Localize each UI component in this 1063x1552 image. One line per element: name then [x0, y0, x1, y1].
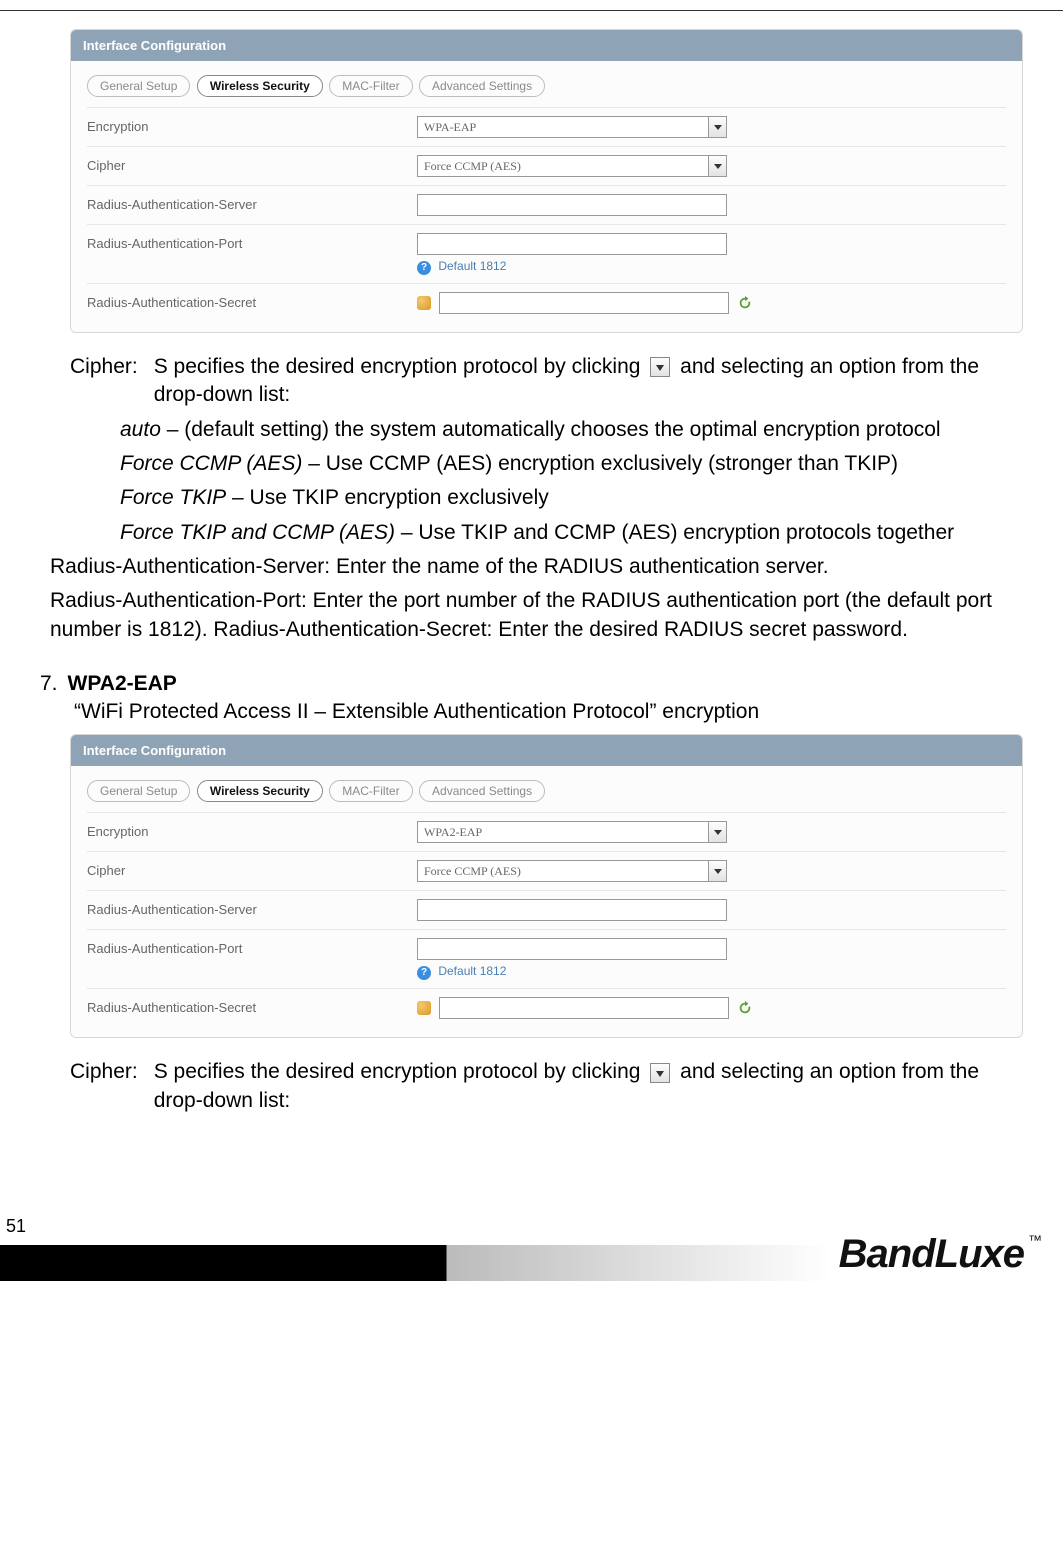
- encryption-label: Encryption: [87, 821, 417, 839]
- panel-title: Interface Configuration: [71, 735, 1022, 766]
- cipher-lead-a: S pecifies the desired encryption protoc…: [154, 355, 641, 378]
- tab-wireless-security[interactable]: Wireless Security: [197, 780, 323, 802]
- chevron-down-icon[interactable]: [708, 861, 726, 881]
- cipher-option-auto: auto – (default setting) the system auto…: [120, 416, 1013, 444]
- radius-port-label: Radius-Authentication-Port: [87, 938, 417, 956]
- cipher-option-ccmp: Force CCMP (AES) – Use CCMP (AES) encryp…: [120, 450, 1013, 478]
- tab-wireless-security[interactable]: Wireless Security: [197, 75, 323, 97]
- cipher-option-both: Force TKIP and CCMP (AES) – Use TKIP and…: [120, 519, 1013, 547]
- tab-bar: General Setup Wireless Security MAC-Filt…: [87, 75, 1006, 97]
- tab-advanced-settings[interactable]: Advanced Settings: [419, 780, 545, 802]
- radius-server-label: Radius-Authentication-Server: [87, 194, 417, 212]
- brand-logo: BandLuxe™: [839, 1232, 1041, 1277]
- key-icon: [417, 296, 431, 310]
- radius-port-hint: ? Default 1812: [417, 964, 1006, 980]
- encryption-value: WPA-EAP: [424, 120, 476, 134]
- tab-general-setup[interactable]: General Setup: [87, 780, 190, 802]
- radius-port-input[interactable]: [417, 938, 727, 960]
- chevron-down-icon[interactable]: [708, 156, 726, 176]
- page-number: 51: [6, 1216, 26, 1237]
- section-description: “WiFi Protected Access II – Extensible A…: [74, 698, 1023, 726]
- radius-server-input[interactable]: [417, 194, 727, 216]
- interface-config-panel-2: Interface Configuration General Setup Wi…: [70, 734, 1023, 1038]
- cipher-select[interactable]: Force CCMP (AES): [417, 155, 727, 177]
- refresh-icon[interactable]: [738, 296, 752, 310]
- radius-server-label: Radius-Authentication-Server: [87, 899, 417, 917]
- cipher-term: Cipher:: [70, 353, 138, 410]
- cipher-value: Force CCMP (AES): [424, 159, 521, 173]
- cipher-label: Cipher: [87, 860, 417, 878]
- dropdown-arrow-icon: [650, 1063, 670, 1083]
- radius-secret-input[interactable]: [439, 997, 729, 1019]
- page-footer: 51 BandLuxe™: [0, 1211, 1063, 1281]
- encryption-value: WPA2-EAP: [424, 825, 482, 839]
- tab-bar: General Setup Wireless Security MAC-Filt…: [87, 780, 1006, 802]
- cipher-term: Cipher:: [70, 1058, 138, 1115]
- radius-server-para: Radius-Authentication-Server: Enter the …: [50, 553, 1013, 581]
- tab-mac-filter[interactable]: MAC-Filter: [329, 75, 412, 97]
- radius-port-para: Radius-Authentication-Port: Enter the po…: [50, 587, 1013, 644]
- cipher2-lead-a: S pecifies the desired encryption protoc…: [154, 1060, 641, 1083]
- radius-port-input[interactable]: [417, 233, 727, 255]
- doc-body-2: Cipher: S pecifies the desired encryptio…: [70, 1058, 1013, 1115]
- tab-mac-filter[interactable]: MAC-Filter: [329, 780, 412, 802]
- chevron-down-icon[interactable]: [708, 822, 726, 842]
- section-heading: 7. WPA2-EAP: [40, 672, 1023, 696]
- help-icon: ?: [417, 966, 431, 980]
- encryption-label: Encryption: [87, 116, 417, 134]
- radius-port-hint: ? Default 1812: [417, 259, 1006, 275]
- refresh-icon[interactable]: [738, 1001, 752, 1015]
- cipher-option-tkip: Force TKIP – Use TKIP encryption exclusi…: [120, 484, 1013, 512]
- radius-secret-input[interactable]: [439, 292, 729, 314]
- key-icon: [417, 1001, 431, 1015]
- panel-title: Interface Configuration: [71, 30, 1022, 61]
- radius-secret-label: Radius-Authentication-Secret: [87, 997, 417, 1015]
- doc-body: Cipher: S pecifies the desired encryptio…: [70, 353, 1013, 644]
- radius-port-label: Radius-Authentication-Port: [87, 233, 417, 251]
- cipher-select[interactable]: Force CCMP (AES): [417, 860, 727, 882]
- radius-server-input[interactable]: [417, 899, 727, 921]
- interface-config-panel-1: Interface Configuration General Setup Wi…: [70, 29, 1023, 333]
- tab-advanced-settings[interactable]: Advanced Settings: [419, 75, 545, 97]
- dropdown-arrow-icon: [650, 357, 670, 377]
- trademark-icon: ™: [1028, 1232, 1041, 1248]
- help-icon: ?: [417, 261, 431, 275]
- section-number: 7.: [40, 672, 58, 696]
- cipher-label: Cipher: [87, 155, 417, 173]
- radius-secret-label: Radius-Authentication-Secret: [87, 292, 417, 310]
- tab-general-setup[interactable]: General Setup: [87, 75, 190, 97]
- section-title: WPA2-EAP: [68, 672, 177, 696]
- chevron-down-icon[interactable]: [708, 117, 726, 137]
- encryption-select[interactable]: WPA-EAP: [417, 116, 727, 138]
- cipher-value: Force CCMP (AES): [424, 864, 521, 878]
- encryption-select[interactable]: WPA2-EAP: [417, 821, 727, 843]
